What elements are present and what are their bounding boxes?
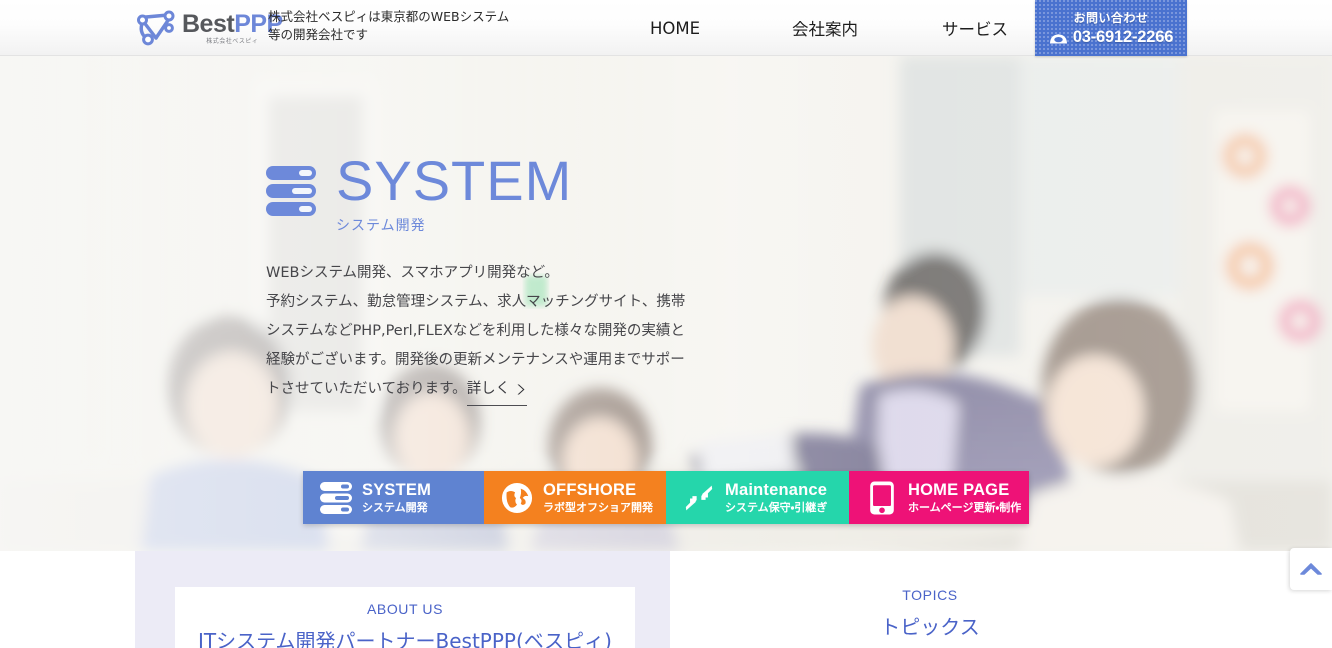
header-tagline-line-1: 株式会社ベスピィは東京都のWEBシステム: [268, 9, 510, 24]
service-maintenance-en: Maintenance: [725, 480, 828, 499]
logo-subtitle: 株式会社ベスピィ: [206, 37, 259, 45]
service-offshore-en: OFFSHORE: [543, 480, 637, 499]
service-offshore-text: OFFSHORE ラボ型オフショア開発: [543, 481, 653, 515]
service-system-en: SYSTEM: [362, 480, 432, 499]
scroll-to-top-button[interactable]: [1290, 548, 1332, 590]
contact-button-title: お問い合わせ: [1073, 11, 1149, 25]
nav-home[interactable]: HOME: [600, 19, 750, 38]
topics-ja-label: トピックス: [880, 615, 980, 639]
about-us-en-label: ABOUT US: [366, 601, 444, 617]
service-homepage-text: HOME PAGE ホームページ更新・制作: [908, 481, 1021, 515]
main-navigation: HOME 会社案内 サービス: [600, 0, 1050, 56]
header-tagline-line-2: 等の開発会社です: [268, 26, 369, 42]
chevron-up-icon: [1300, 563, 1322, 575]
hero-subtitle: システム開発: [336, 217, 426, 234]
hero-description: WEBシステム開発、スマホアプリ開発など。 予約システム、勤怠管理システム、求人…: [266, 259, 706, 406]
service-maintenance-text: Maintenance システム保守・引継ぎ: [725, 481, 827, 515]
network-nodes-icon: [137, 10, 175, 46]
compress-arrows-icon: [685, 484, 713, 511]
globe-icon: [501, 482, 533, 513]
header-tagline: 株式会社ベスピィは東京都のWEBシステム 等の開発会社です: [268, 8, 509, 44]
hero-read-more-label: 詳しく: [466, 380, 511, 397]
nav-company[interactable]: 会社案内: [750, 16, 900, 40]
service-homepage-ja: ホームページ更新・制作: [908, 500, 1022, 514]
hero-title-row: SYSTEM システム開発: [266, 149, 706, 235]
hero-title: SYSTEM: [336, 149, 573, 212]
nav-service[interactable]: サービス: [900, 16, 1050, 40]
site-header: BestPPP 株式会社ベスピィ 株式会社ベスピィは東京都のWEBシステム 等の…: [0, 0, 1332, 56]
service-offshore-ja: ラボ型オフショア開発: [543, 500, 653, 514]
service-system-text: SYSTEM システム開発: [362, 481, 431, 515]
below-fold-section: ABOUT US ITシステム開発パートナーBestPPP(ベスピィ) TOPI…: [0, 551, 1332, 648]
hero-body-line-5-text: トさせていただいております。: [266, 380, 467, 397]
about-us-heading: ITシステム開発パートナーBestPPP(ベスピィ): [198, 629, 612, 648]
hero-body-line-3: システムなどPHP,Perl,FLEXなどを利用した様々な開発の実績と: [266, 322, 685, 339]
telephone-icon: [1049, 34, 1067, 44]
service-homepage[interactable]: HOME PAGE ホームページ更新・制作: [849, 471, 1029, 524]
page-root: SYSTEM システム開発 WEBシステム開発、スマホアプリ開発など。 予約シス…: [0, 0, 1332, 648]
topics-en-label: TOPICS: [902, 587, 958, 603]
site-logo[interactable]: BestPPP 株式会社ベスピィ: [134, 8, 283, 48]
contact-phone-number: 03-6912-2266: [1072, 28, 1174, 46]
service-homepage-en: HOME PAGE: [908, 480, 1010, 499]
chevron-right-icon: [517, 384, 525, 395]
topics-panel: TOPICS トピックス: [700, 551, 1160, 648]
service-maintenance-ja: システム保守・引継ぎ: [725, 500, 828, 514]
about-us-panel: ABOUT US ITシステム開発パートナーBestPPP(ベスピィ): [135, 551, 670, 648]
service-offshore[interactable]: OFFSHORE ラボ型オフショア開発: [484, 471, 666, 524]
service-system[interactable]: SYSTEM システム開発: [303, 471, 484, 524]
contact-button[interactable]: お問い合わせ 03-6912-2266: [1035, 0, 1187, 56]
hero-content: SYSTEM システム開発 WEBシステム開発、スマホアプリ開発など。 予約シス…: [266, 149, 706, 406]
service-system-ja: システム開発: [362, 500, 428, 514]
smartphone-icon: [870, 480, 894, 515]
service-maintenance[interactable]: Maintenance システム保守・引継ぎ: [666, 471, 849, 524]
service-button-bar: SYSTEM システム開発 OFFSHORE ラボ型オフショア開発 Mainte…: [303, 471, 1029, 524]
hero-titles: SYSTEM システム開発: [336, 149, 573, 235]
hero-body-line-5: トさせていただいております。 詳しく: [266, 375, 706, 406]
about-us-card: ABOUT US ITシステム開発パートナーBestPPP(ベスピィ): [175, 587, 635, 648]
hero-body-line-1: WEBシステム開発、スマホアプリ開発など。: [266, 264, 559, 281]
server-stack-icon: [320, 481, 352, 514]
logo-best: Best: [182, 9, 235, 38]
hero-read-more-link[interactable]: 詳しく: [466, 375, 528, 406]
hero-body-line-2: 予約システム、勤怠管理システム、求人マッチングサイト、携帯: [266, 293, 686, 310]
server-stack-icon: [266, 166, 316, 216]
contact-tel-row: 03-6912-2266: [1049, 28, 1173, 47]
hero-section: SYSTEM システム開発 WEBシステム開発、スマホアプリ開発など。 予約シス…: [0, 56, 1332, 551]
hero-body-line-4: 経験がございます。開発後の更新メンテナンスや運用までサポー: [266, 351, 685, 368]
